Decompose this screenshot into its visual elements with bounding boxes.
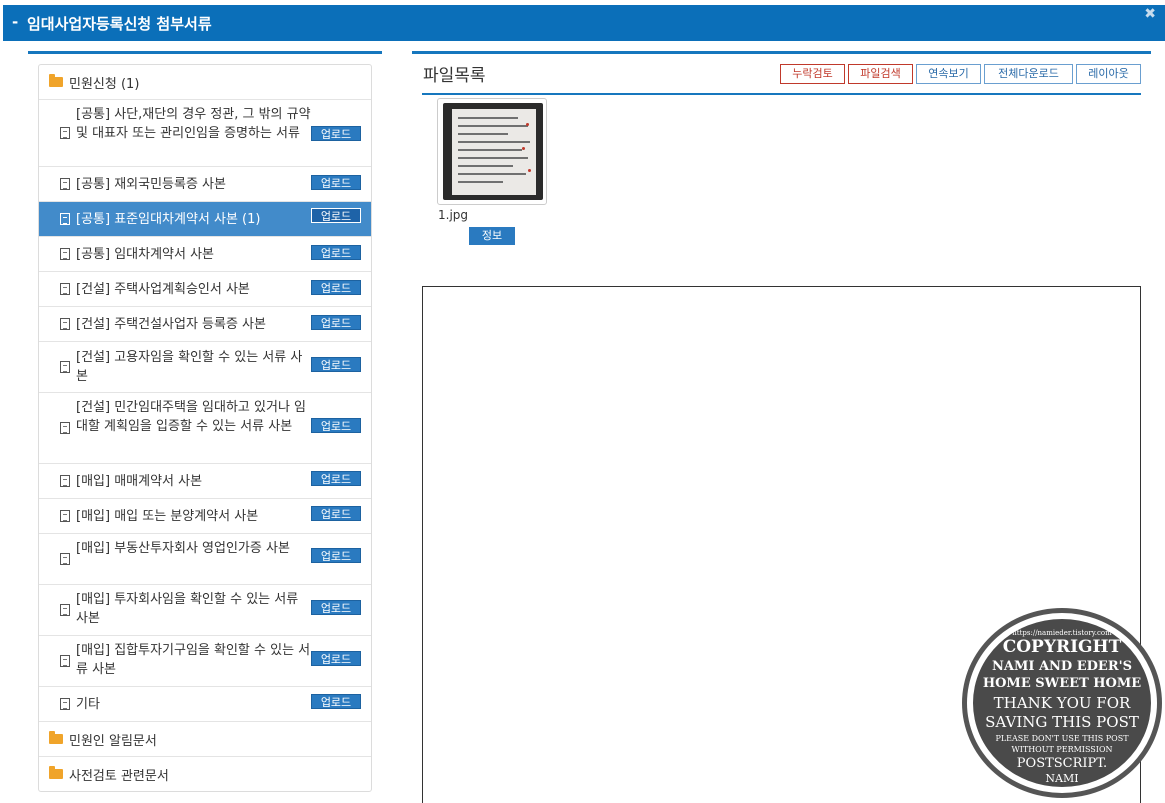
document-icon	[60, 553, 70, 565]
upload-button[interactable]: 업로드	[311, 280, 361, 295]
file-thumbnail[interactable]	[437, 98, 547, 205]
document-icon	[60, 248, 70, 260]
upload-button[interactable]: 업로드	[311, 471, 361, 486]
document-icon	[60, 422, 70, 434]
tree-item-label: [매입] 매입 또는 분양계약서 사본	[76, 509, 259, 524]
tree-item-label: [건설] 고용자임을 확인할 수 있는 서류 사본	[76, 350, 303, 384]
upload-button[interactable]: 업로드	[311, 418, 361, 433]
tree-item[interactable]: 기타 업로드	[39, 687, 371, 722]
tree-folder-label: 민원신청 (1)	[69, 77, 140, 92]
tree-folder-label: 민원인 알림문서	[69, 734, 157, 749]
tree-item-label: [매입] 매매계약서 사본	[76, 474, 203, 489]
document-icon	[60, 510, 70, 522]
window-title-bar: - 임대사업자등록신청 첨부서류 ✖	[3, 5, 1165, 41]
watermark-line: WITHOUT PERMISSION	[1011, 745, 1113, 754]
folder-icon	[49, 766, 63, 779]
tree-item[interactable]: [매입] 투자회사임을 확인할 수 있는 서류 사본 업로드	[39, 585, 371, 636]
scanned-document-image	[443, 103, 543, 200]
tree-item[interactable]: [건설] 주택사업계획승인서 사본 업로드	[39, 272, 371, 307]
watermark-line: COPYRIGHT	[1002, 637, 1122, 657]
omission-check-button[interactable]: 누락검토	[780, 64, 845, 84]
tree-item-selected[interactable]: [공통] 표준임대차계약서 사본 (1) 업로드	[39, 202, 371, 237]
tree-item[interactable]: [건설] 고용자임을 확인할 수 있는 서류 사본 업로드	[39, 342, 371, 393]
upload-button[interactable]: 업로드	[311, 357, 361, 372]
document-icon	[60, 655, 70, 667]
document-icon	[60, 475, 70, 487]
copyright-stamp-watermark: https://namieder.tistory.com COPYRIGHT N…	[962, 608, 1162, 798]
file-list-title: 파일목록	[423, 66, 486, 86]
folder-icon	[49, 74, 63, 87]
tree-item-label: [매입] 부동산투자회사 영업인가증 사본	[76, 541, 290, 556]
watermark-line: POSTSCRIPT.	[1016, 756, 1108, 771]
watermark-url: https://namieder.tistory.com	[1012, 629, 1112, 637]
document-icon	[60, 283, 70, 295]
document-tree: 민원신청 (1) [공통] 사단,재단의 경우 정관, 그 밖의 규약 및 대표…	[38, 64, 372, 792]
tree-item[interactable]: [공통] 재외국민등록증 사본 업로드	[39, 167, 371, 202]
tree-item[interactable]: [공통] 임대차계약서 사본 업로드	[39, 237, 371, 272]
tree-item[interactable]: [공통] 사단,재단의 경우 정관, 그 밖의 규약 및 대표자 또는 관리인임…	[39, 100, 371, 167]
upload-button[interactable]: 업로드	[311, 651, 361, 666]
tree-item[interactable]: [건설] 민간임대주택을 임대하고 있거나 임대할 계획임을 입증할 수 있는 …	[39, 393, 371, 464]
tree-item[interactable]: [건설] 주택건설사업자 등록증 사본 업로드	[39, 307, 371, 342]
folder-icon	[49, 731, 63, 744]
tree-item[interactable]: [매입] 부동산투자회사 영업인가증 사본 업로드	[39, 534, 371, 585]
tree-item-label: [공통] 사단,재단의 경우 정관, 그 밖의 규약 및 대표자 또는 관리인임…	[76, 107, 311, 141]
document-icon	[60, 318, 70, 330]
watermark-line: THANK YOU FOR	[993, 694, 1131, 712]
upload-button[interactable]: 업로드	[311, 126, 361, 141]
continuous-view-button[interactable]: 연속보기	[916, 64, 981, 84]
tree-folder-label: 사전검토 관련문서	[69, 769, 169, 784]
document-icon	[60, 213, 70, 225]
upload-button[interactable]: 업로드	[311, 245, 361, 260]
tree-item-label: [공통] 표준임대차계약서 사본 (1)	[76, 212, 261, 227]
document-icon	[60, 604, 70, 616]
tree-item[interactable]: [매입] 매입 또는 분양계약서 사본 업로드	[39, 499, 371, 534]
window-title: 임대사업자등록신청 첨부서류	[27, 15, 212, 33]
file-name-label: 1.jpg	[438, 208, 469, 222]
watermark-line: NAMI	[1045, 772, 1079, 785]
tree-item-label: 기타	[76, 697, 100, 712]
tree-item-label: [건설] 주택건설사업자 등록증 사본	[76, 317, 266, 332]
watermark-line: NAMI AND EDER'S	[992, 659, 1132, 674]
tree-item[interactable]: [매입] 집합투자기구임을 확인할 수 있는 서류 사본 업로드	[39, 636, 371, 687]
tree-item-label: [건설] 민간임대주택을 임대하고 있거나 임대할 계획임을 입증할 수 있는 …	[76, 400, 306, 434]
tree-item-label: [건설] 주택사업계획승인서 사본	[76, 282, 250, 297]
watermark-line: SAVING THIS POST	[985, 713, 1139, 731]
close-icon[interactable]: ✖	[1144, 6, 1156, 22]
upload-button[interactable]: 업로드	[311, 175, 361, 190]
document-icon	[60, 127, 70, 139]
document-icon	[60, 178, 70, 190]
upload-button[interactable]: 업로드	[311, 548, 361, 563]
tree-item[interactable]: [매입] 매매계약서 사본 업로드	[39, 464, 371, 499]
upload-button[interactable]: 업로드	[311, 694, 361, 709]
watermark-line: PLEASE DON'T USE THIS POST	[995, 734, 1129, 743]
document-icon	[60, 361, 70, 373]
document-icon	[60, 698, 70, 710]
tree-item-label: [공통] 재외국민등록증 사본	[76, 177, 226, 192]
tree-item-label: [공통] 임대차계약서 사본	[76, 247, 215, 262]
upload-button[interactable]: 업로드	[311, 315, 361, 330]
tree-folder-prereview[interactable]: 사전검토 관련문서	[39, 757, 371, 791]
right-panel-accent-line	[412, 51, 1151, 54]
tree-folder-applications[interactable]: 민원신청 (1)	[39, 65, 371, 100]
upload-button[interactable]: 업로드	[311, 208, 361, 223]
left-panel-accent-line	[28, 51, 382, 54]
tree-item-label: [매입] 집합투자기구임을 확인할 수 있는 서류 사본	[76, 643, 311, 677]
collapse-icon[interactable]: -	[12, 13, 18, 31]
tree-folder-notices[interactable]: 민원인 알림문서	[39, 722, 371, 757]
upload-button[interactable]: 업로드	[311, 600, 361, 615]
upload-button[interactable]: 업로드	[311, 506, 361, 521]
tree-item-label: [매입] 투자회사임을 확인할 수 있는 서류 사본	[76, 592, 299, 626]
download-all-button[interactable]: 전체다운로드	[984, 64, 1073, 84]
layout-button[interactable]: 레이아웃	[1076, 64, 1141, 84]
watermark-line: HOME SWEET HOME	[982, 676, 1142, 691]
file-list-divider	[422, 93, 1141, 95]
file-info-button[interactable]: 정보	[469, 227, 515, 245]
file-search-button[interactable]: 파일검색	[848, 64, 913, 84]
